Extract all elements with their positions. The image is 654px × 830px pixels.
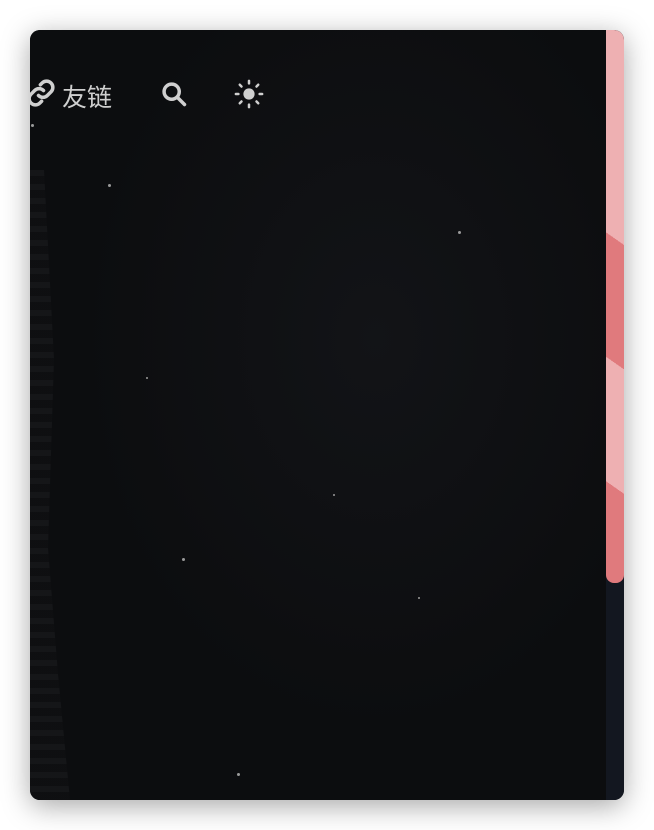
top-navigation: 友链 <box>30 74 606 118</box>
scrollbar-thumb[interactable] <box>606 30 624 583</box>
search-button[interactable] <box>158 80 190 112</box>
theme-toggle-button[interactable] <box>232 79 266 113</box>
background-figure <box>30 170 70 800</box>
star <box>237 773 240 776</box>
scrollbar[interactable] <box>606 30 624 800</box>
search-icon <box>160 80 188 112</box>
star <box>418 597 420 599</box>
star <box>458 231 461 234</box>
nav-item-friend-links[interactable]: 友链 <box>30 78 112 114</box>
browser-viewport: 友链 <box>30 30 624 800</box>
nav-item-label: 友链 <box>62 83 113 112</box>
star <box>108 184 111 187</box>
hero-background: 友链 <box>30 30 606 800</box>
link-icon <box>30 78 62 114</box>
star <box>146 377 148 379</box>
sun-icon <box>234 79 264 113</box>
star <box>182 558 185 561</box>
star <box>31 124 34 127</box>
star <box>333 494 335 496</box>
